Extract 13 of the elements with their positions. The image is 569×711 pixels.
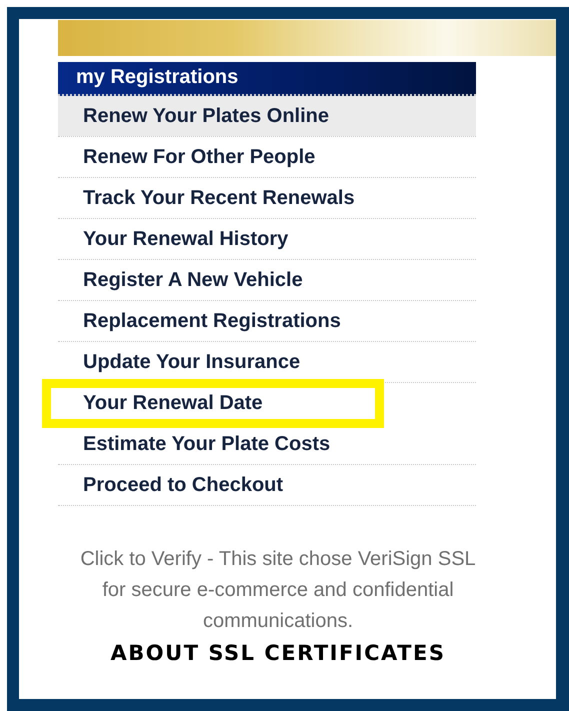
menu-link[interactable]: Replacement Registrations: [58, 301, 476, 341]
menu-link[interactable]: Your Renewal Date: [58, 387, 376, 420]
menu-link[interactable]: Proceed to Checkout: [58, 465, 476, 505]
ssl-certificates-link[interactable]: ABOUT SSL CERTIFICATES: [110, 641, 446, 665]
menu-link[interactable]: Register A New Vehicle: [58, 260, 476, 300]
menu-link[interactable]: Your Renewal History: [58, 219, 476, 259]
menu-link[interactable]: Renew For Other People: [58, 137, 476, 177]
menu-link[interactable]: Estimate Your Plate Costs: [58, 424, 476, 464]
ssl-verify-text: Click to Verify - This site chose VeriSign SSL for secure e-commerce and confidential communications.: [79, 547, 477, 634]
menu-link[interactable]: Track Your Recent Renewals: [58, 178, 476, 218]
menu-header: my Registrations: [58, 62, 476, 96]
menu-link[interactable]: Update Your Insurance: [58, 342, 476, 382]
menu-link[interactable]: Renew Your Plates Online: [58, 96, 476, 136]
